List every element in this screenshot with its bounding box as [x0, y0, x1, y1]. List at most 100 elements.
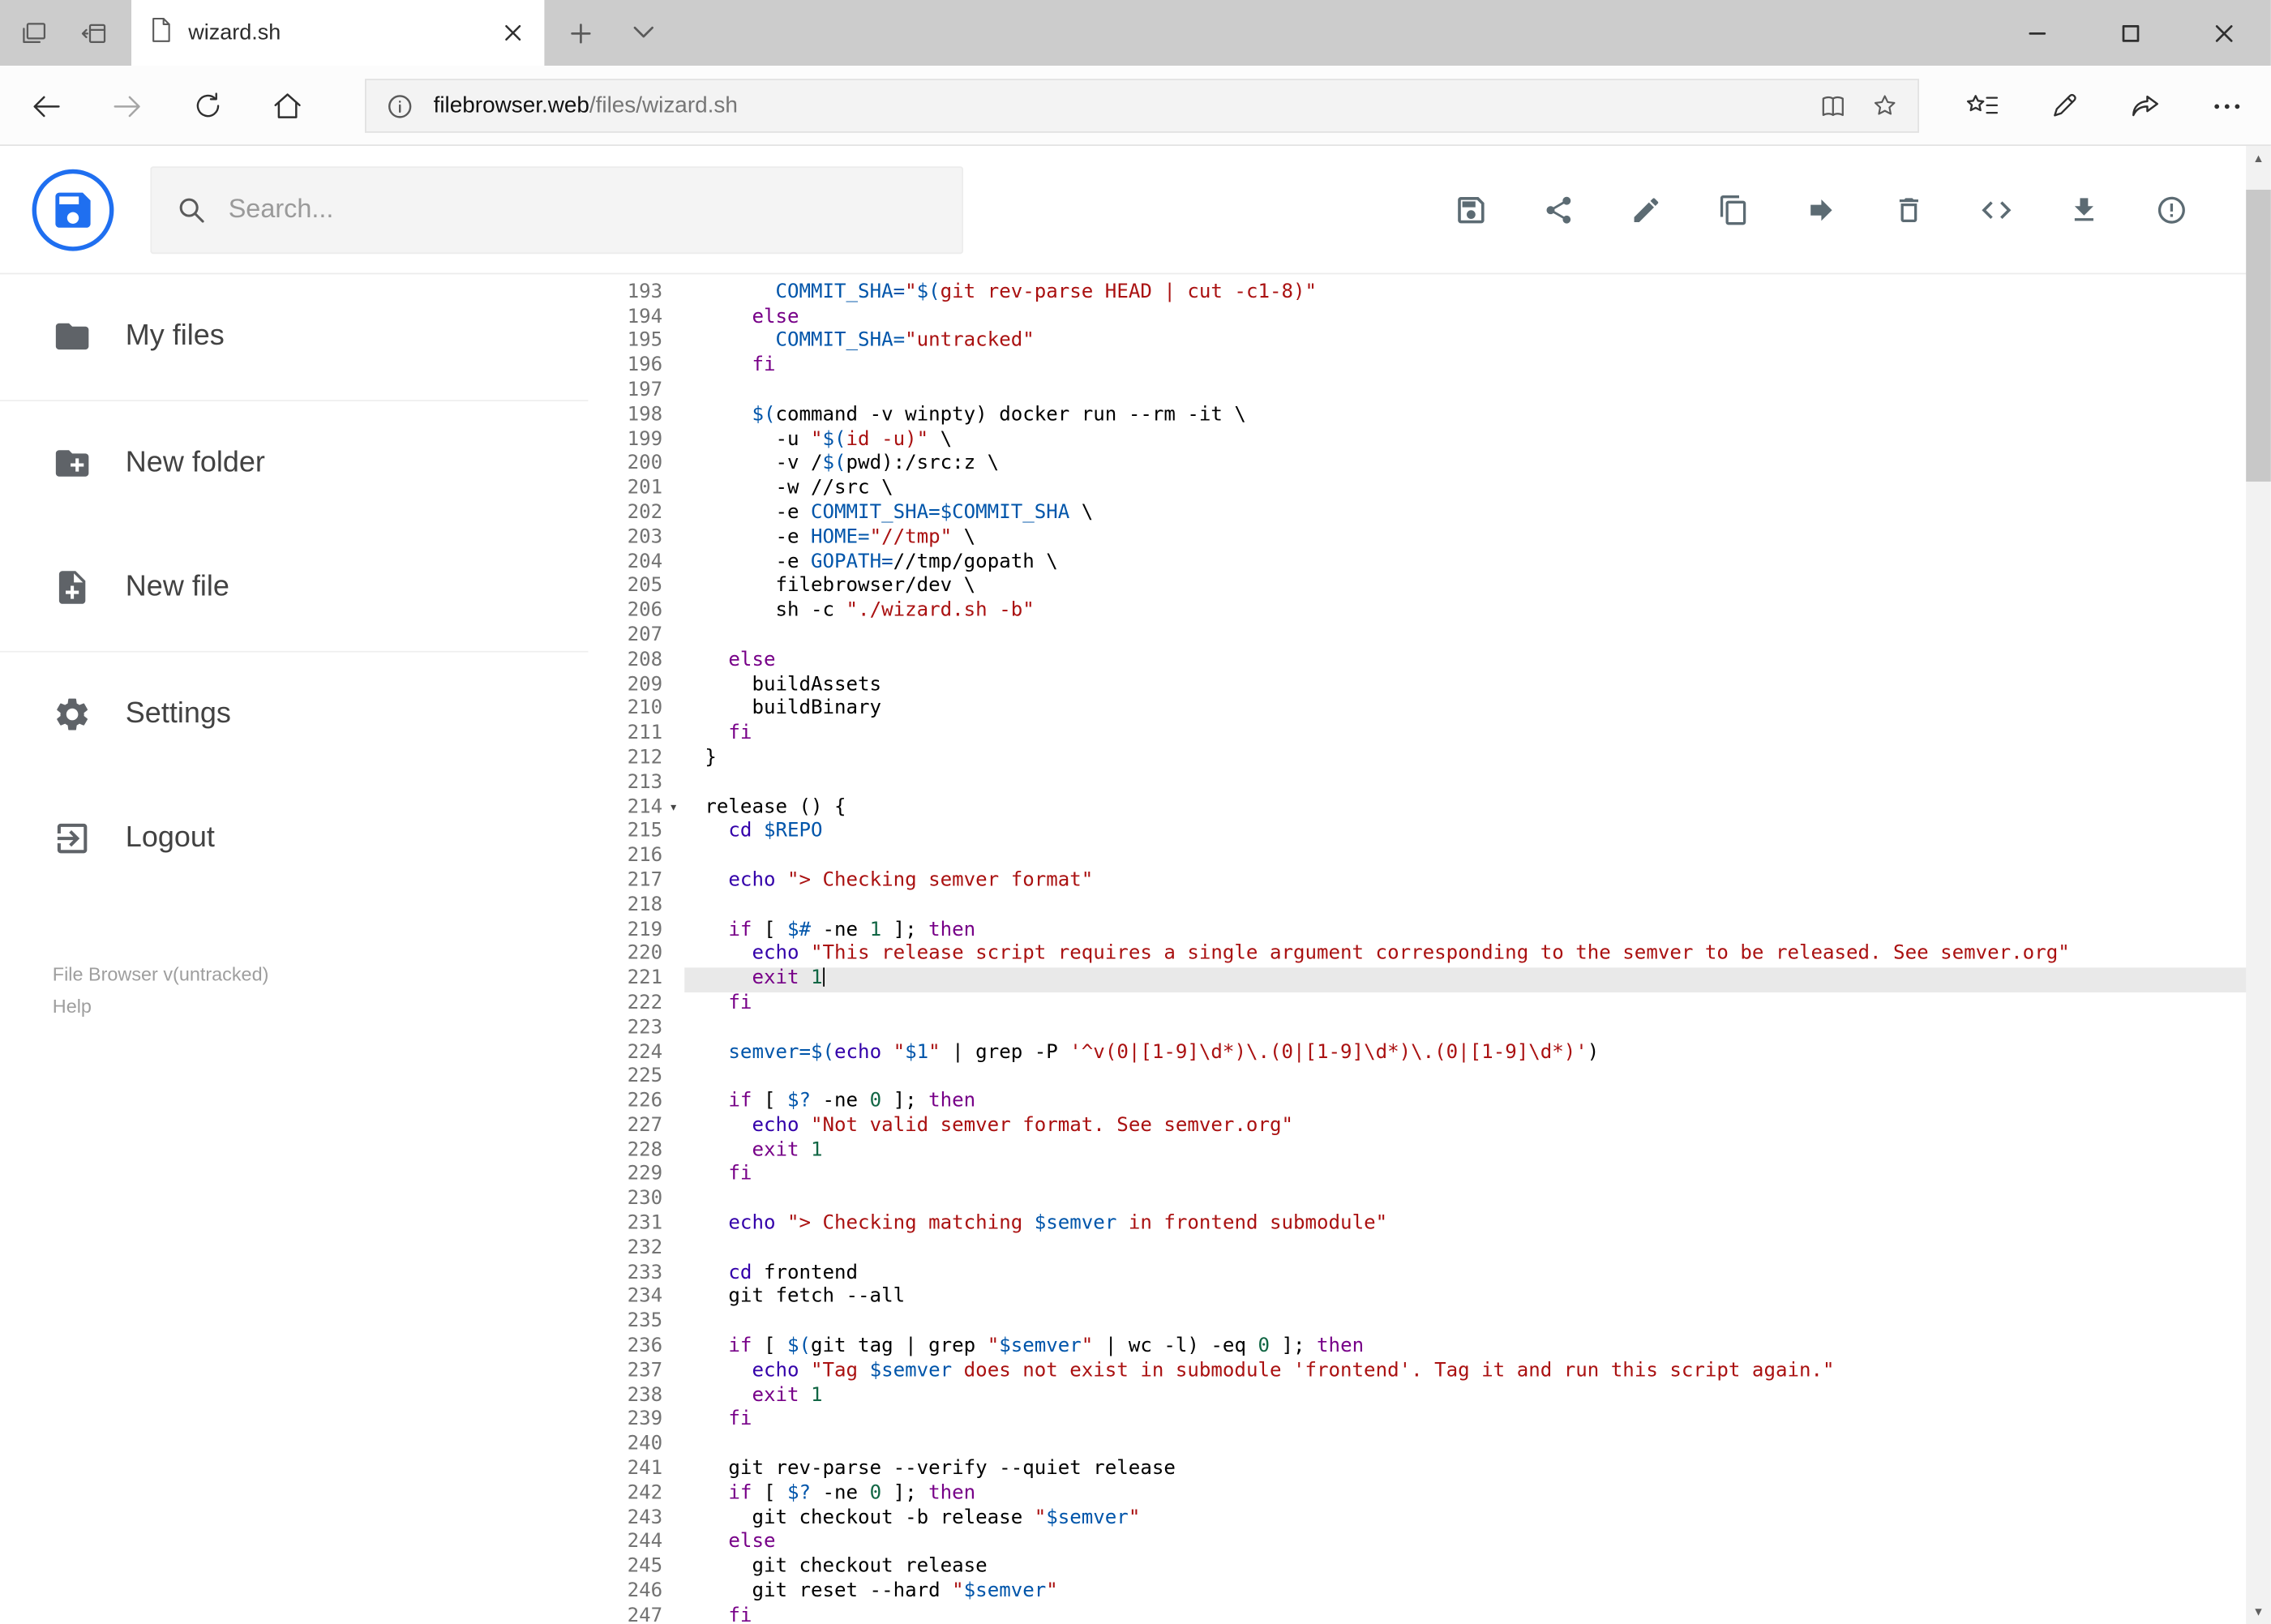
- code-line[interactable]: 213: [588, 772, 2270, 796]
- code-line[interactable]: 240: [588, 1433, 2270, 1458]
- code-line[interactable]: 243 git checkout -b release "$semver": [588, 1507, 2270, 1532]
- sidebar-item-logout[interactable]: Logout: [0, 777, 588, 902]
- code-line[interactable]: 231 echo "> Checking matching $semver in…: [588, 1213, 2270, 1237]
- sidebar-item-my-files[interactable]: My files: [0, 274, 588, 399]
- code-line[interactable]: 229 fi: [588, 1163, 2270, 1188]
- code-line[interactable]: 217 echo "> Checking semver format": [588, 870, 2270, 894]
- code-line[interactable]: 225: [588, 1066, 2270, 1091]
- raw-code-button[interactable]: [1979, 192, 2014, 227]
- minimize-button[interactable]: [1990, 0, 2084, 66]
- code-line[interactable]: 215 cd $REPO: [588, 821, 2270, 845]
- filebrowser-logo-icon[interactable]: [32, 168, 114, 251]
- code-line[interactable]: 233 cd frontend: [588, 1262, 2270, 1286]
- code-line[interactable]: 216: [588, 845, 2270, 869]
- code-line[interactable]: 197: [588, 379, 2270, 404]
- search-input[interactable]: [228, 194, 937, 225]
- code-line[interactable]: 227 echo "Not valid semver format. See s…: [588, 1115, 2270, 1139]
- share-icon[interactable]: [2105, 66, 2187, 146]
- code-line[interactable]: 218: [588, 894, 2270, 919]
- sidebar-item-new-file[interactable]: New file: [0, 525, 588, 650]
- sidebar-item-settings[interactable]: Settings: [0, 652, 588, 777]
- code-line[interactable]: 195 COMMIT_SHA="untracked": [588, 331, 2270, 355]
- reading-view-icon[interactable]: [1815, 88, 1850, 123]
- code-line[interactable]: 245 git checkout release: [588, 1556, 2270, 1580]
- code-line[interactable]: 199 -u "$(id -u)" \: [588, 428, 2270, 452]
- scrollbar-up-arrow-icon[interactable]: ▲: [2246, 146, 2271, 171]
- code-line[interactable]: 205 filebrowser/dev \: [588, 576, 2270, 600]
- code-line[interactable]: 194 else: [588, 306, 2270, 330]
- code-line[interactable]: 242 if [ $? -ne 0 ]; then: [588, 1483, 2270, 1507]
- code-line[interactable]: 246 git reset --hard "$semver": [588, 1580, 2270, 1605]
- delete-button[interactable]: [1892, 192, 1926, 227]
- code-line[interactable]: 224 semver=$(echo "$1" | grep -P '^v(0|[…: [588, 1041, 2270, 1065]
- code-line[interactable]: 223: [588, 1017, 2270, 1041]
- scrollbar-thumb[interactable]: [2246, 190, 2271, 482]
- code-line[interactable]: 210 buildBinary: [588, 698, 2270, 722]
- code-line[interactable]: 201 -w //src \: [588, 478, 2270, 502]
- copy-button[interactable]: [1716, 192, 1751, 227]
- forward-button[interactable]: [98, 66, 156, 146]
- move-button[interactable]: [1804, 192, 1839, 227]
- code-line[interactable]: 222 fi: [588, 992, 2270, 1017]
- code-line[interactable]: 235: [588, 1311, 2270, 1335]
- code-line[interactable]: 236 if [ $(git tag | grep "$semver" | wc…: [588, 1335, 2270, 1360]
- code-line[interactable]: 212}: [588, 747, 2270, 771]
- code-line[interactable]: 211 fi: [588, 722, 2270, 747]
- home-button[interactable]: [259, 66, 317, 146]
- code-line[interactable]: 206 sh -c "./wizard.sh -b": [588, 600, 2270, 624]
- page-scrollbar[interactable]: ▲ ▼: [2246, 146, 2271, 1624]
- hub-favorites-icon[interactable]: [1941, 66, 2023, 146]
- edit-button[interactable]: [1629, 192, 1664, 227]
- help-link[interactable]: Help: [53, 996, 269, 1018]
- code-line[interactable]: 238 exit 1: [588, 1385, 2270, 1409]
- code-line[interactable]: 202 -e COMMIT_SHA=$COMMIT_SHA \: [588, 502, 2270, 526]
- code-line[interactable]: 219 if [ $# -ne 1 ]; then: [588, 919, 2270, 943]
- code-editor[interactable]: 192193 COMMIT_SHA="$(git rev-parse HEAD …: [588, 274, 2271, 1624]
- refresh-button[interactable]: [178, 66, 237, 146]
- code-line[interactable]: 204 -e GOPATH=//tmp/gopath \: [588, 551, 2270, 576]
- info-button[interactable]: [2154, 192, 2189, 227]
- code-line[interactable]: 239 fi: [588, 1409, 2270, 1433]
- code-line[interactable]: 200 -v /$(pwd):/src:z \: [588, 453, 2270, 478]
- code-line[interactable]: 237 echo "Tag $semver does not exist in …: [588, 1360, 2270, 1384]
- code-line[interactable]: 230: [588, 1189, 2270, 1213]
- code-line[interactable]: 209 buildAssets: [588, 674, 2270, 698]
- code-line[interactable]: 234 git fetch --all: [588, 1287, 2270, 1311]
- fold-marker-icon[interactable]: ▾: [662, 796, 684, 821]
- download-button[interactable]: [2067, 192, 2102, 227]
- favorite-star-icon[interactable]: [1866, 88, 1901, 123]
- code-line[interactable]: 244 else: [588, 1532, 2270, 1556]
- save-button[interactable]: [1454, 192, 1489, 227]
- code-line[interactable]: 198 $(command -v winpty) docker run --rm…: [588, 404, 2270, 428]
- share-button[interactable]: [1541, 192, 1576, 227]
- tab-preview-icon[interactable]: [18, 17, 50, 49]
- site-info-icon[interactable]: [383, 88, 418, 123]
- code-line[interactable]: 203 -e HOME="//tmp" \: [588, 526, 2270, 551]
- back-button[interactable]: [18, 66, 76, 146]
- code-line[interactable]: 241 git rev-parse --verify --quiet relea…: [588, 1458, 2270, 1482]
- more-options-icon[interactable]: [2186, 66, 2268, 146]
- code-line[interactable]: 196 fi: [588, 355, 2270, 379]
- scrollbar-down-arrow-icon[interactable]: ▼: [2246, 1600, 2271, 1624]
- code-line[interactable]: 208 else: [588, 649, 2270, 674]
- tab-preview-chevron-icon[interactable]: [619, 0, 668, 66]
- code-line[interactable]: 226 if [ $? -ne 0 ]; then: [588, 1091, 2270, 1115]
- code-line[interactable]: 207: [588, 624, 2270, 649]
- browser-tab[interactable]: wizard.sh: [131, 0, 545, 66]
- code-line[interactable]: 220 echo "This release script requires a…: [588, 943, 2270, 967]
- code-line[interactable]: 214 ▾ release () {: [588, 796, 2270, 821]
- sidebar-item-new-folder[interactable]: New folder: [0, 401, 588, 525]
- web-note-pen-icon[interactable]: [2023, 66, 2105, 146]
- address-bar[interactable]: filebrowser.web/files/wizard.sh: [365, 79, 1919, 133]
- code-line[interactable]: 221 exit 1: [588, 967, 2271, 992]
- code-line[interactable]: 232: [588, 1237, 2270, 1262]
- code-line[interactable]: 192: [588, 274, 2270, 281]
- code-line[interactable]: 228 exit 1: [588, 1139, 2270, 1163]
- code-line[interactable]: 193 COMMIT_SHA="$(git rev-parse HEAD | c…: [588, 281, 2270, 306]
- tab-close-icon[interactable]: [499, 19, 525, 45]
- search-box[interactable]: [150, 165, 963, 254]
- code-line[interactable]: 247 fi: [588, 1605, 2270, 1624]
- close-button[interactable]: [2178, 0, 2271, 66]
- maximize-button[interactable]: [2084, 0, 2177, 66]
- new-tab-button[interactable]: [556, 0, 606, 66]
